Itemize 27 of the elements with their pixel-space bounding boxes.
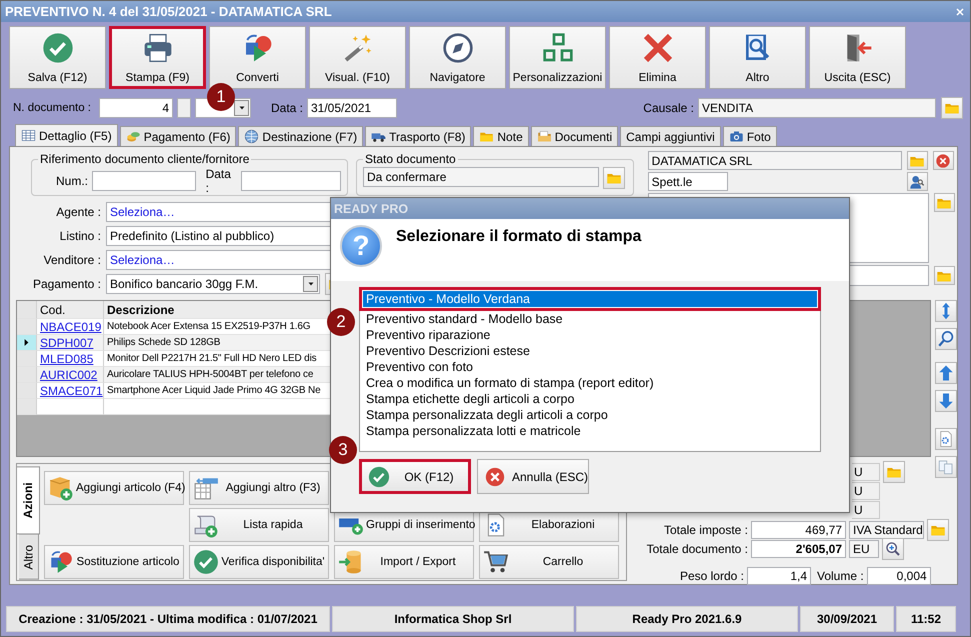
volume-label: Volume :: [817, 569, 864, 583]
dialog-title: READY PRO: [331, 198, 849, 219]
weight-label: Peso lordo :: [678, 569, 744, 583]
field-label: Causale :: [642, 101, 694, 115]
window-title: PREVENTIVO N. 4 del 31/05/2021 - DATAMATICA SRL: [5, 4, 332, 19]
status-cell: 11:52: [896, 606, 956, 632]
status-cell: Ready Pro 2021.6.9: [576, 606, 798, 632]
total-field: 469,77: [751, 521, 846, 539]
dialog-message: Selezionare il formato di stampa: [396, 228, 642, 247]
field-label: Data :: [271, 101, 304, 115]
total-field: 2'605,07: [751, 540, 846, 558]
group-title: Riferimento documento cliente/fornitore: [39, 152, 250, 166]
field-label: Pagamento :: [32, 277, 101, 291]
combo-value: Bonifico bancario 30gg F.M.: [110, 277, 258, 291]
field-label: Venditore :: [42, 253, 101, 267]
total-label: Totale imposte :: [662, 523, 748, 537]
total-label: Totale documento :: [646, 542, 748, 556]
field-label: Data :: [206, 166, 232, 194]
group-title: Stato documento: [364, 152, 457, 166]
field-label: N. documento :: [13, 102, 92, 114]
status-cell: 30/09/2021: [800, 606, 894, 632]
field-label: Listino :: [58, 229, 101, 243]
question-icon: ?: [340, 225, 382, 267]
status-cell: Informatica Shop Srl: [332, 606, 574, 632]
status-cell: Creazione : 31/05/2021 - Ultima modifica : 01/07/2021: [6, 606, 330, 632]
field-label: Agente :: [55, 205, 101, 219]
field-label: Num.:: [56, 174, 88, 188]
